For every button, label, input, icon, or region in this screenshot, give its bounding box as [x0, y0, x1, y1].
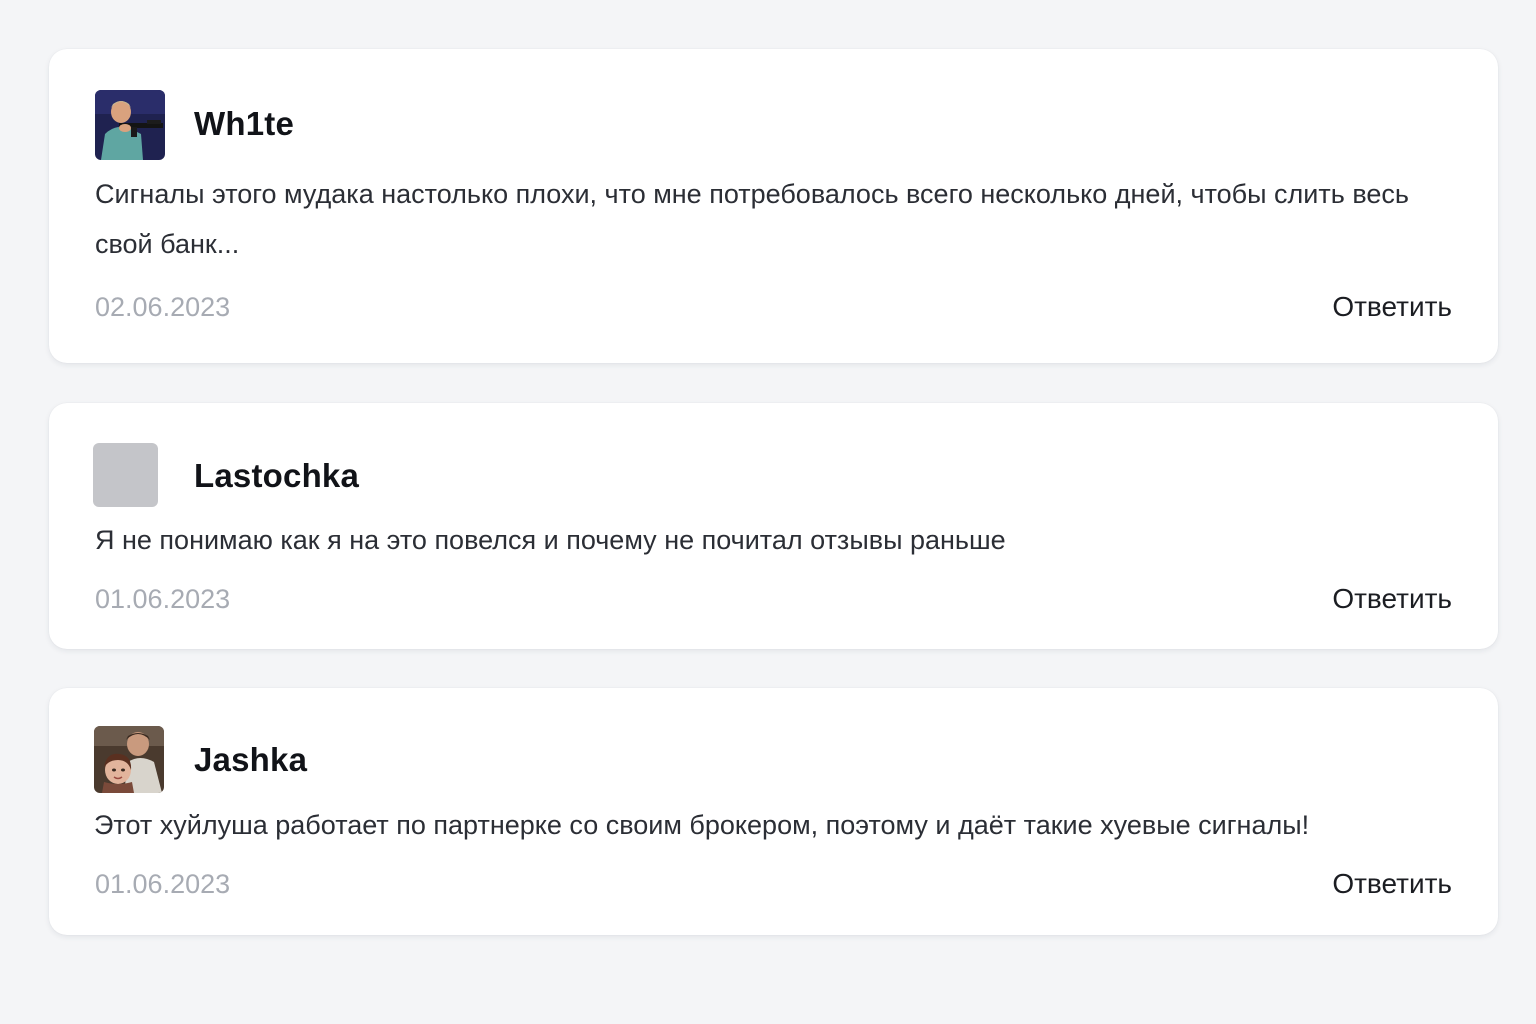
- comment-text: Я не понимаю как я на это повелся и поче…: [95, 525, 1006, 555]
- comment-text: Сигналы этого мудака настолько плохи, чт…: [95, 179, 1409, 259]
- comment-date: 02.06.2023: [95, 292, 231, 322]
- avatar-placeholder[interactable]: [93, 443, 158, 507]
- comment-card: Lastochka Я не понимаю как я на это пове…: [49, 403, 1498, 649]
- avatar[interactable]: [94, 726, 164, 793]
- comment-card: Jashka Этот хуйлуша работает по партнерк…: [49, 688, 1498, 935]
- reply-button[interactable]: Ответить: [1332, 291, 1452, 323]
- avatar-photo: [95, 90, 165, 160]
- author-name[interactable]: Wh1te: [194, 105, 294, 143]
- comment-date: 01.06.2023: [95, 584, 231, 614]
- author-name[interactable]: Jashka: [194, 741, 307, 779]
- reply-button[interactable]: Ответить: [1332, 868, 1452, 900]
- reply-button[interactable]: Ответить: [1332, 583, 1452, 615]
- author-name[interactable]: Lastochka: [194, 457, 359, 495]
- comment-text: Этот хуйлуша работает по партнерке со св…: [94, 810, 1310, 840]
- avatar[interactable]: [95, 90, 165, 160]
- comment-card: Wh1te Сигналы этого мудака настолько пло…: [49, 49, 1498, 363]
- comment-date: 01.06.2023: [95, 869, 231, 899]
- avatar-photo: [94, 726, 164, 793]
